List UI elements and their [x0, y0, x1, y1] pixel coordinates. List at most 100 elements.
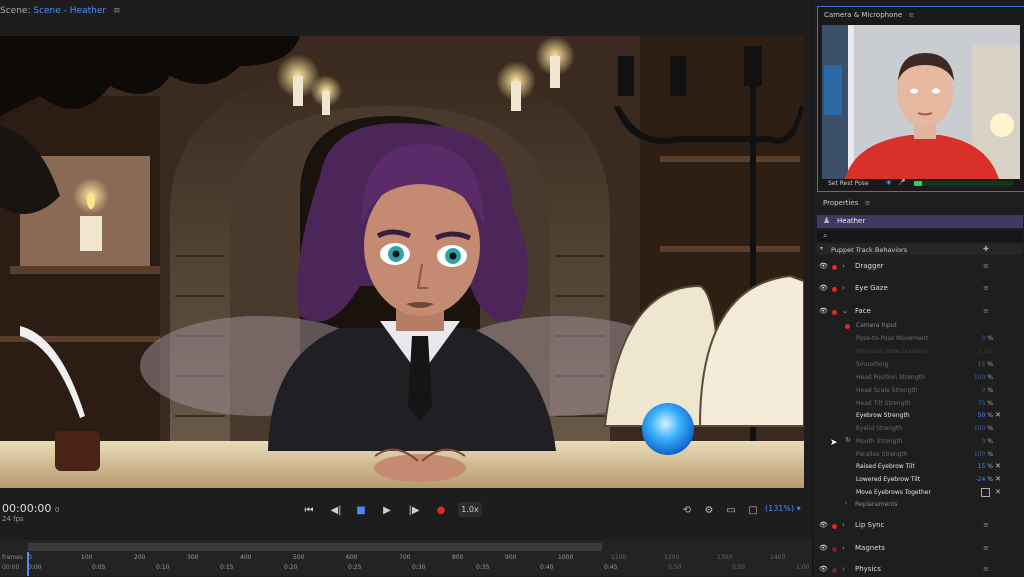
hamburger-icon[interactable]: ≡ — [983, 307, 989, 315]
timeline-work-area[interactable] — [28, 543, 602, 551]
add-behavior-icon[interactable]: ✚ — [983, 245, 989, 253]
param-value[interactable]: 15% — [978, 361, 993, 368]
hamburger-icon[interactable]: ≡ — [983, 521, 989, 529]
hamburger-icon[interactable]: ≡ — [983, 284, 989, 292]
param-smoothing[interactable]: Smoothing 15% — [817, 359, 1023, 371]
record-arm-icon[interactable] — [832, 287, 837, 292]
mic-level-fill — [914, 181, 922, 186]
chevron-right-icon[interactable]: › — [845, 500, 847, 507]
param-value[interactable]: 50% — [978, 412, 993, 419]
play-icon[interactable]: ▶ — [376, 500, 398, 520]
preview-icon[interactable]: ▭ — [722, 501, 740, 519]
behavior-eye-gaze[interactable]: 👁 › Eye Gaze ≡ — [817, 282, 1023, 296]
param-value[interactable]: 1 fps — [978, 348, 993, 355]
record-icon[interactable]: ● — [430, 500, 452, 520]
param-value[interactable]: 15% — [978, 463, 993, 470]
chevron-right-icon[interactable]: › — [842, 262, 845, 270]
stop-icon[interactable]: ■ — [350, 500, 372, 520]
param-value[interactable]: 100% — [974, 374, 993, 381]
param-value[interactable]: 100% — [974, 451, 993, 458]
behavior-dragger[interactable]: 👁 › Dragger ≡ — [817, 260, 1023, 274]
playback-speed[interactable]: 1.0x — [458, 502, 482, 517]
record-arm-icon[interactable] — [832, 547, 837, 552]
timeline[interactable]: frames 00:00 0 100 200 300 400 500 600 700 800 90… — [0, 540, 812, 576]
behavior-lip-sync[interactable]: 👁 › Lip Sync ≡ — [817, 519, 1023, 533]
scene-name[interactable]: Scene - Heather — [33, 6, 106, 16]
param-lowered-eyebrow-tilt[interactable]: Lowered Eyebrow Tilt -24% ✕ — [817, 474, 1023, 486]
param-parallax-strength[interactable]: Parallax Strength 100% — [817, 449, 1023, 461]
eye-icon[interactable]: 👁 — [819, 565, 828, 573]
camera-toggle-icon[interactable]: ◉ — [886, 179, 891, 186]
close-icon[interactable]: ✕ — [995, 411, 1001, 419]
timeline-tick-label: 0:35 — [476, 564, 490, 571]
param-head-position[interactable]: Head Position Strength 100% — [817, 372, 1023, 384]
loop-icon[interactable]: ⟲ — [678, 501, 696, 519]
go-to-start-icon[interactable]: ⏮ — [298, 500, 320, 520]
param-value[interactable]: -24% — [975, 476, 993, 483]
param-eyebrow-strength[interactable]: Eyebrow Strength 50% ✕ — [817, 410, 1023, 422]
eye-icon[interactable]: 👁 — [819, 521, 828, 529]
record-arm-icon[interactable] — [845, 324, 850, 329]
chevron-right-icon[interactable]: › — [842, 544, 845, 552]
chevron-down-icon[interactable]: ⌄ — [842, 307, 848, 315]
camera-panel: Camera & Microphone ≡ Set Rest Pose ◉ 🎤 — [817, 6, 1024, 192]
param-value[interactable]: 0% — [981, 438, 993, 445]
behavior-face[interactable]: 👁 ⌄ Face ≡ — [817, 305, 1023, 319]
timeline-tick-label: 0:10 — [156, 564, 170, 571]
settings-icon[interactable]: ⚙ — [700, 501, 718, 519]
chevron-right-icon[interactable]: › — [842, 284, 845, 292]
param-value[interactable]: 100% — [974, 425, 993, 432]
param-value[interactable]: 0% — [981, 387, 993, 394]
param-mouth-strength[interactable]: ↻ Mouth Strength 0% — [817, 436, 1023, 448]
replacements-group[interactable]: › Replacements — [817, 499, 1023, 511]
timeline-tick-label: 0:50 — [668, 564, 682, 571]
camera-input-row[interactable]: Camera Input — [817, 320, 1023, 332]
timeline-tick-label: 600 — [346, 554, 358, 561]
zoom-level[interactable]: (131%) ▾ — [765, 504, 801, 513]
param-raised-eyebrow-tilt[interactable]: Raised Eyebrow Tilt 15% ✕ — [817, 461, 1023, 473]
record-arm-icon[interactable] — [832, 310, 837, 315]
properties-search[interactable]: ⌕ — [817, 231, 1023, 242]
behavior-magnets[interactable]: 👁 › Magnets ≡ — [817, 542, 1023, 556]
chevron-right-icon[interactable]: › — [842, 521, 845, 529]
scene-stage[interactable] — [0, 36, 804, 488]
behavior-physics[interactable]: 👁 › Physics ≡ — [817, 563, 1023, 577]
set-rest-pose-button[interactable]: Set Rest Pose — [828, 180, 869, 187]
param-head-scale[interactable]: Head Scale Strength 0% — [817, 385, 1023, 397]
param-value[interactable]: 0% — [981, 335, 993, 342]
color-swatch-icon[interactable]: □ — [744, 501, 762, 519]
step-forward-icon[interactable]: |▶ — [403, 500, 425, 520]
eye-icon[interactable]: 👁 — [819, 262, 828, 270]
close-icon[interactable]: ✕ — [995, 462, 1001, 470]
hamburger-icon[interactable]: ≡ — [983, 565, 989, 573]
puppet-selector[interactable]: ♟ Heather — [817, 215, 1023, 228]
eye-icon[interactable]: 👁 — [819, 307, 828, 315]
microphone-icon[interactable]: 🎤 — [898, 179, 905, 186]
reset-icon[interactable]: ↻ — [845, 436, 851, 444]
param-name: Head Position Strength — [856, 374, 925, 381]
hamburger-icon[interactable]: ≡ — [865, 199, 871, 207]
close-icon[interactable]: ✕ — [995, 488, 1001, 496]
close-icon[interactable]: ✕ — [995, 475, 1001, 483]
param-eyelid-strength[interactable]: Eyelid Strength 100% — [817, 423, 1023, 435]
hamburger-icon[interactable]: ≡ — [983, 262, 989, 270]
eye-icon[interactable]: 👁 — [819, 544, 828, 552]
puppet-track-behaviors-header[interactable]: ▾ Puppet Track Behaviors ✚ — [817, 244, 1023, 255]
move-eyebrows-checkbox[interactable] — [981, 488, 990, 497]
hamburger-icon[interactable]: ≡ — [113, 6, 121, 16]
param-min-pose-duration[interactable]: Minimum Pose Duration 1 fps — [817, 346, 1023, 358]
chevron-down-icon: ▾ — [820, 245, 824, 252]
playhead[interactable] — [27, 552, 29, 576]
record-arm-icon[interactable] — [832, 524, 837, 529]
chevron-right-icon[interactable]: › — [842, 565, 845, 573]
param-pose-to-pose[interactable]: Pose-to-Pose Movement 0% — [817, 333, 1023, 345]
param-head-tilt[interactable]: Head Tilt Strength 75% — [817, 398, 1023, 410]
param-value[interactable]: 75% — [978, 400, 993, 407]
eye-icon[interactable]: 👁 — [819, 284, 828, 292]
param-move-eyebrows-together[interactable]: Move Eyebrows Together ✕ — [817, 487, 1023, 499]
hamburger-icon[interactable]: ≡ — [908, 11, 914, 19]
record-arm-icon[interactable] — [832, 265, 837, 270]
hamburger-icon[interactable]: ≡ — [983, 544, 989, 552]
record-arm-icon[interactable] — [832, 568, 837, 573]
step-back-icon[interactable]: ◀| — [325, 500, 347, 520]
